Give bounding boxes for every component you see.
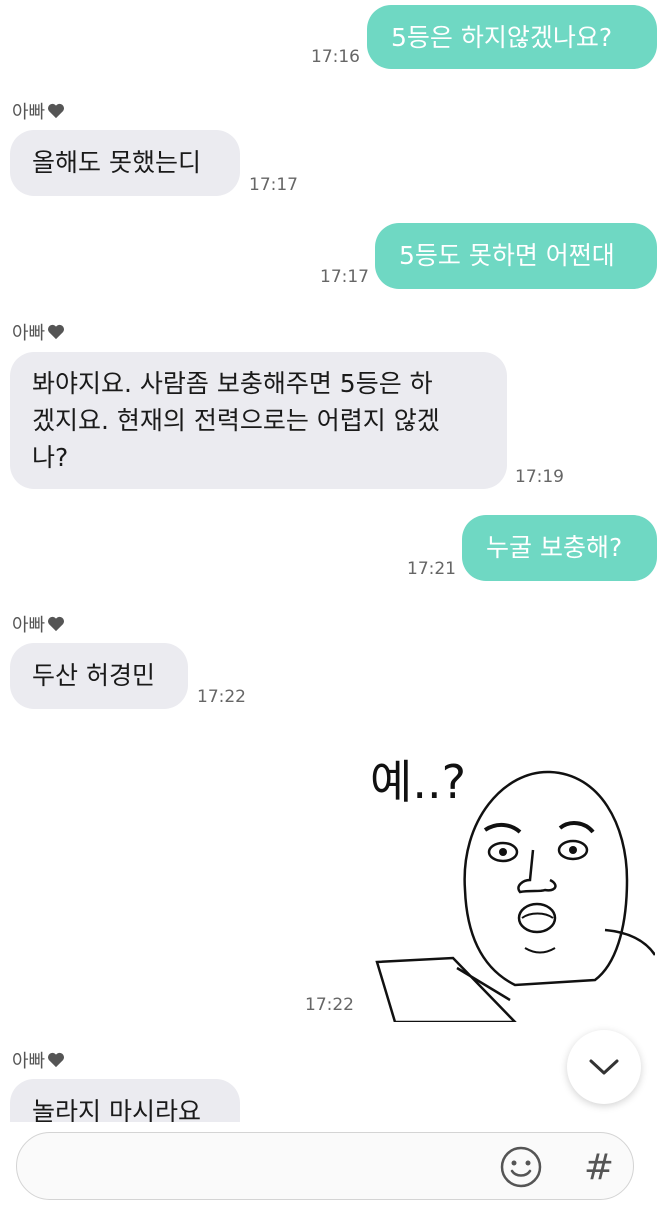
composer-bar (0, 1122, 661, 1211)
message-time: 17:19 (515, 467, 564, 487)
hash-button[interactable]: # (579, 1144, 619, 1190)
message-time: 17:16 (311, 47, 360, 67)
face-sticker-icon: 예..? (370, 755, 657, 1024)
chevron-down-icon (589, 1059, 619, 1075)
heart-icon (48, 1052, 65, 1068)
message-bubble-mine[interactable]: 5등도 못하면 어쩐대 (375, 223, 657, 289)
sticker-message[interactable]: 예..? (365, 740, 657, 1024)
heart-icon (48, 103, 65, 119)
message-bubble-mine[interactable]: 5등은 하지않겠나요? (367, 5, 657, 69)
message-time: 17:21 (407, 559, 456, 579)
hash-icon: # (583, 1146, 615, 1188)
message-time: 17:22 (305, 995, 354, 1015)
message-time: 17:17 (320, 267, 369, 287)
sender-name: 아빠 (12, 98, 65, 124)
sender-label: 아빠 (12, 615, 46, 636)
scroll-down-button[interactable] (567, 1030, 641, 1104)
sender-name: 아빠 (12, 611, 65, 637)
sticker-caption: 예..? (370, 755, 466, 809)
emoji-button[interactable] (498, 1144, 544, 1190)
sender-label: 아빠 (12, 102, 46, 123)
sender-label: 아빠 (12, 1051, 46, 1072)
message-bubble-theirs[interactable]: 두산 허경민 (10, 643, 188, 709)
message-bubble-mine[interactable]: 누굴 보충해? (462, 515, 657, 581)
message-bubble-theirs[interactable]: 봐야지요. 사람좀 보충해주면 5등은 하 겠지요. 현재의 전력으로는 어렵지… (10, 352, 507, 489)
message-time: 17:17 (249, 175, 298, 195)
heart-icon (48, 324, 65, 340)
emoji-icon (500, 1146, 542, 1188)
sender-label: 아빠 (12, 323, 46, 344)
sender-name: 아빠 (12, 319, 65, 345)
message-bubble-theirs[interactable]: 올해도 못했는디 (10, 130, 240, 196)
heart-icon (48, 616, 65, 632)
sender-name: 아빠 (12, 1047, 65, 1073)
message-time: 17:22 (197, 687, 246, 707)
